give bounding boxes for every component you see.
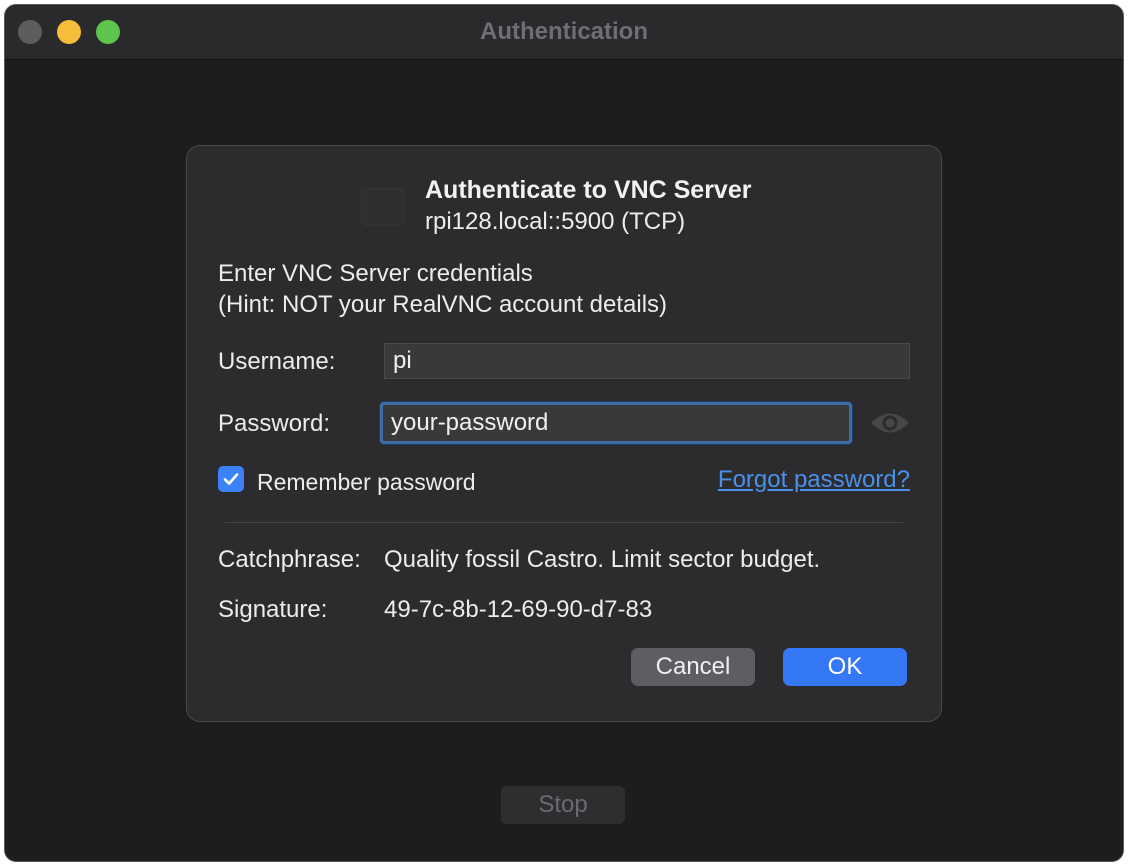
username-input[interactable] [384, 343, 910, 379]
password-label: Password: [218, 410, 331, 437]
remember-password-label[interactable]: Remember password [257, 469, 476, 496]
server-address: rpi128.local::5900 (TCP) [425, 208, 686, 235]
forgot-password-link[interactable]: Forgot password? [718, 466, 910, 494]
auth-dialog: Authenticate to VNC Server rpi128.local:… [186, 145, 942, 722]
divider [225, 522, 903, 523]
catchphrase-value: Quality fossil Castro. Limit sector budg… [384, 546, 821, 573]
username-label: Username: [218, 348, 336, 375]
ok-button[interactable]: OK [783, 648, 907, 686]
catchphrase-label: Catchphrase: [218, 546, 361, 573]
instruction-text: Enter VNC Server credentials [218, 260, 533, 287]
stop-button[interactable]: Stop [501, 786, 625, 824]
remember-password-checkbox[interactable] [218, 466, 244, 492]
vnc-app-icon [361, 188, 405, 226]
password-input[interactable] [380, 402, 852, 444]
eye-icon[interactable] [869, 408, 911, 438]
signature-label: Signature: [218, 596, 328, 623]
window-title: Authentication [480, 18, 648, 45]
signature-value: 49-7c-8b-12-69-90-d7-83 [384, 596, 653, 623]
hint-text: (Hint: NOT your RealVNC account details) [218, 291, 668, 318]
title-bar: Authentication [5, 5, 1123, 60]
dialog-title: Authenticate to VNC Server [425, 176, 752, 204]
cancel-button[interactable]: Cancel [631, 648, 755, 686]
checkmark-icon [223, 473, 239, 485]
